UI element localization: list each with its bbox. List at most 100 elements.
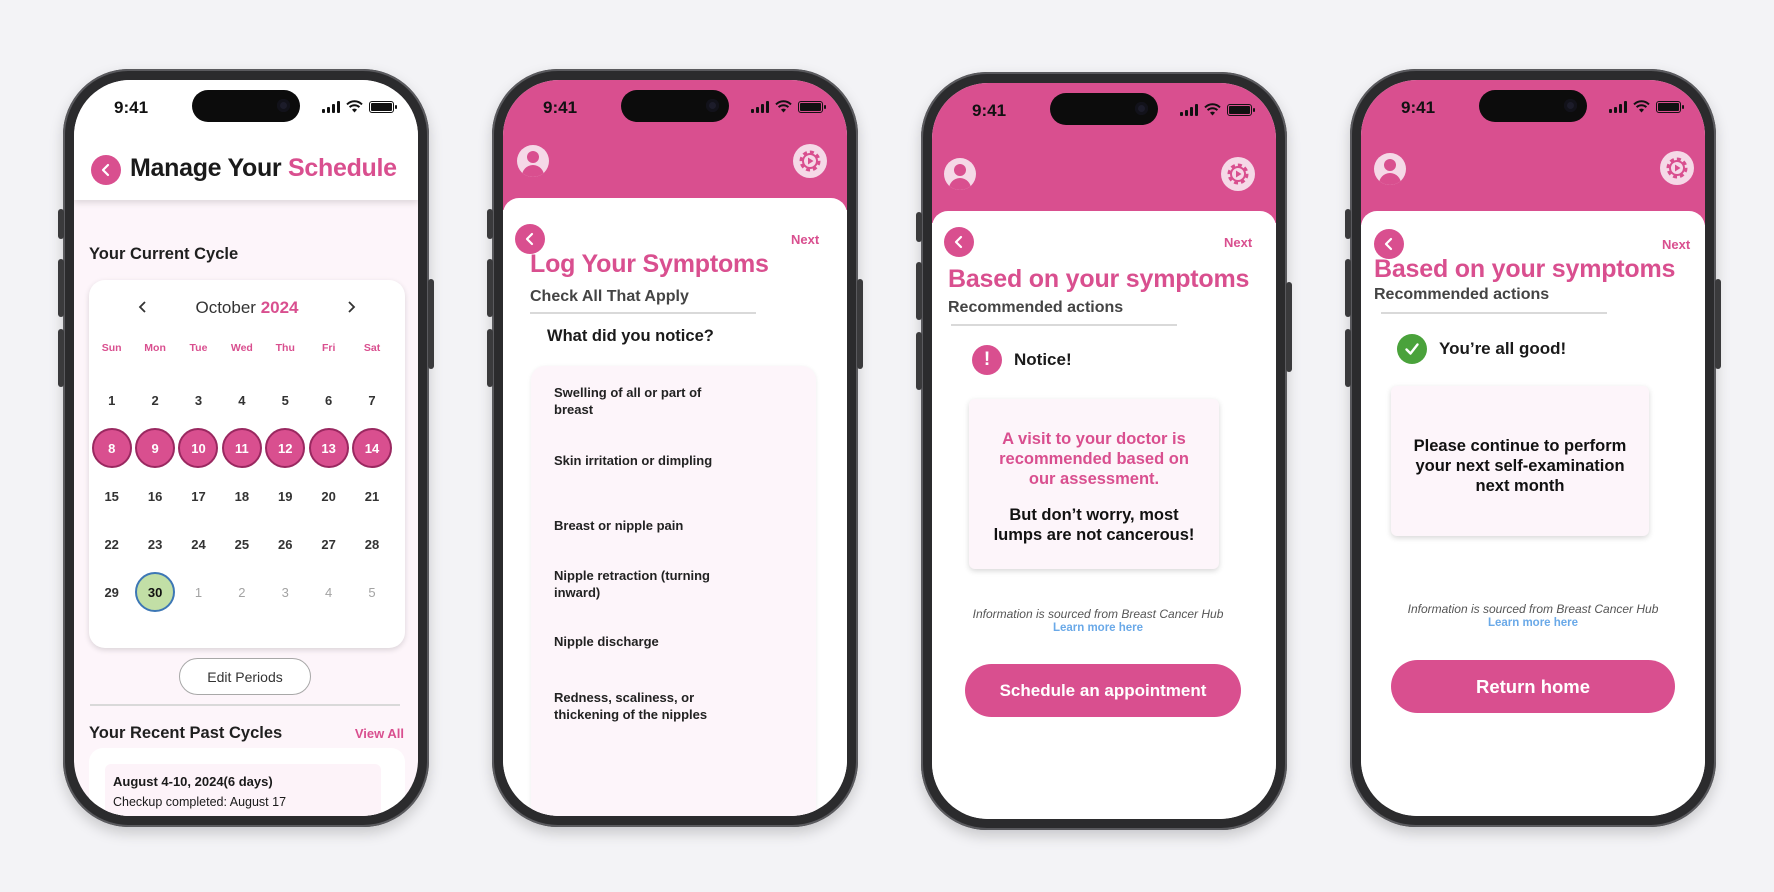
calendar-day-number: 23 <box>147 536 163 552</box>
calendar-day-period[interactable]: 8 <box>90 424 133 472</box>
page-title: Based on your symptoms <box>948 265 1250 293</box>
next-month-button[interactable] <box>345 300 357 319</box>
notice-row: ! Notice! <box>972 345 1072 375</box>
symptom-option[interactable]: Skin irritation or dimpling <box>554 452 734 469</box>
calendar-day[interactable]: 15 <box>90 472 133 520</box>
settings-gear-icon[interactable] <box>1221 157 1255 191</box>
calendar-day-number: 7 <box>368 392 376 408</box>
weekday-label: Thu <box>275 342 295 354</box>
calendar-day-number: 24 <box>191 536 206 552</box>
profile-avatar-icon[interactable] <box>517 145 549 177</box>
next-link[interactable]: Next <box>791 232 819 247</box>
calendar-day-number: 21 <box>364 488 380 504</box>
calendar-day-number: 4 <box>238 392 246 408</box>
calendar-day[interactable]: 18 <box>220 472 263 520</box>
view-all-link[interactable]: View All <box>355 726 404 741</box>
calendar-day[interactable]: 25 <box>220 520 263 568</box>
return-home-button[interactable]: Return home <box>1391 660 1675 713</box>
calendar-day[interactable]: 29 <box>90 568 133 616</box>
calendar-day-period[interactable]: 11 <box>220 424 263 472</box>
calendar-day[interactable]: 24 <box>177 520 220 568</box>
cellular-signal-icon <box>322 100 340 113</box>
divider <box>1381 312 1607 314</box>
calendar-day[interactable]: 5 <box>350 568 393 616</box>
calendar-day[interactable]: 27 <box>307 520 350 568</box>
calendar-day-number: 5 <box>281 392 289 408</box>
calendar-day[interactable]: 5 <box>264 376 307 424</box>
divider <box>530 312 756 314</box>
settings-gear-icon[interactable] <box>793 144 827 178</box>
calendar-day-period[interactable]: 14 <box>350 424 393 472</box>
recommendation-screen: 9:41 Next Based on your symptoms Recomme… <box>932 83 1276 819</box>
calendar-day-number: 14 <box>352 428 393 468</box>
calendar-day-number: 27 <box>321 536 336 552</box>
calendar-day-number: 1 <box>194 584 203 600</box>
calendar-day[interactable]: 19 <box>264 472 307 520</box>
calendar-day[interactable]: 22 <box>90 520 133 568</box>
past-cycle-note: Checkup completed: August 17 <box>113 795 287 809</box>
current-cycle-heading: Your Current Cycle <box>89 245 239 263</box>
calendar-day-period[interactable]: 13 <box>307 424 350 472</box>
calendar-day[interactable]: 26 <box>264 520 307 568</box>
schedule-appointment-button[interactable]: Schedule an appointment <box>965 664 1241 717</box>
edit-periods-button[interactable]: Edit Periods <box>179 658 311 695</box>
calendar-day[interactable]: 2 <box>133 376 176 424</box>
alert-icon: ! <box>972 345 1002 375</box>
phone-frame-recommendation-notice: 9:41 Next Based on your symptoms Recomme… <box>916 72 1292 830</box>
calendar: October 2024 Sun Mon Tue Wed Thu Fri Sat 1 2 3 4 5 6… <box>89 280 405 648</box>
next-link[interactable]: Next <box>1224 235 1252 250</box>
calendar-day[interactable]: 21 <box>350 472 393 520</box>
calendar-day[interactable]: 1 <box>90 376 133 424</box>
calendar-day[interactable]: 6 <box>307 376 350 424</box>
symptom-option[interactable]: Nipple discharge <box>554 633 734 650</box>
next-link[interactable]: Next <box>1662 237 1690 252</box>
calendar-day[interactable]: 20 <box>307 472 350 520</box>
schedule-screen: 9:41 Manage Your Schedule Your Current C… <box>74 80 418 816</box>
calendar-day[interactable]: 4 <box>307 568 350 616</box>
reassurance-message: But don’t worry, most lumps are not canc… <box>993 506 1195 544</box>
past-cycle-card[interactable]: August 4-10, 2024(6 days) Checkup comple… <box>89 748 405 816</box>
page-title: Log Your Symptoms <box>530 250 769 278</box>
status-label: You’re all good! <box>1439 339 1567 358</box>
cellular-signal-icon <box>1180 103 1198 116</box>
symptom-option[interactable]: Swelling of all or part of breast <box>554 384 734 418</box>
phone-frame-schedule: 9:41 Manage Your Schedule Your Current C… <box>58 69 434 827</box>
symptom-option[interactable]: Redness, scaliness, or thickening of the… <box>554 689 734 723</box>
settings-gear-icon[interactable] <box>1660 151 1694 185</box>
calendar-day[interactable]: 1 <box>177 568 220 616</box>
chevron-left-icon <box>525 232 534 246</box>
calendar-day[interactable]: 28 <box>350 520 393 568</box>
calendar-day[interactable]: 16 <box>133 472 176 520</box>
calendar-day-number: 2 <box>238 584 246 600</box>
calendar-day[interactable]: 23 <box>133 520 176 568</box>
calendar-day-number: 18 <box>234 488 250 504</box>
learn-more-link[interactable]: Learn more here <box>1361 617 1705 629</box>
symptom-list: Swelling of all or part of breast Skin i… <box>531 366 816 816</box>
calendar-day[interactable]: 7 <box>350 376 393 424</box>
page-subtitle: Recommended actions <box>948 299 1124 316</box>
back-button[interactable] <box>91 155 121 185</box>
calendar-day-number: 6 <box>325 392 333 408</box>
profile-avatar-icon[interactable] <box>944 158 976 190</box>
calendar-day-period[interactable]: 9 <box>133 424 176 472</box>
battery-icon <box>798 100 826 113</box>
profile-avatar-icon[interactable] <box>1374 153 1406 185</box>
calendar-day[interactable]: 2 <box>220 568 263 616</box>
page-subtitle: Check All That Apply <box>530 288 689 305</box>
calendar-day-period[interactable]: 12 <box>264 424 307 472</box>
calendar-day-today[interactable]: 30 <box>133 568 176 616</box>
learn-more-link[interactable]: Learn more here <box>932 622 1270 634</box>
symptom-option[interactable]: Nipple retraction (turning inward) <box>554 567 734 601</box>
calendar-day-number: 10 <box>178 428 219 468</box>
calendar-day[interactable]: 3 <box>264 568 307 616</box>
calendar-day[interactable]: 17 <box>177 472 220 520</box>
calendar-day-number: 26 <box>278 536 293 552</box>
back-button[interactable] <box>944 227 974 257</box>
wifi-icon <box>775 100 792 113</box>
divider <box>951 324 1177 326</box>
symptom-option[interactable]: Breast or nipple pain <box>554 517 734 534</box>
calendar-day[interactable]: 4 <box>220 376 263 424</box>
calendar-day[interactable]: 3 <box>177 376 220 424</box>
calendar-day-period[interactable]: 10 <box>177 424 220 472</box>
calendar-day-number: 20 <box>321 488 336 504</box>
